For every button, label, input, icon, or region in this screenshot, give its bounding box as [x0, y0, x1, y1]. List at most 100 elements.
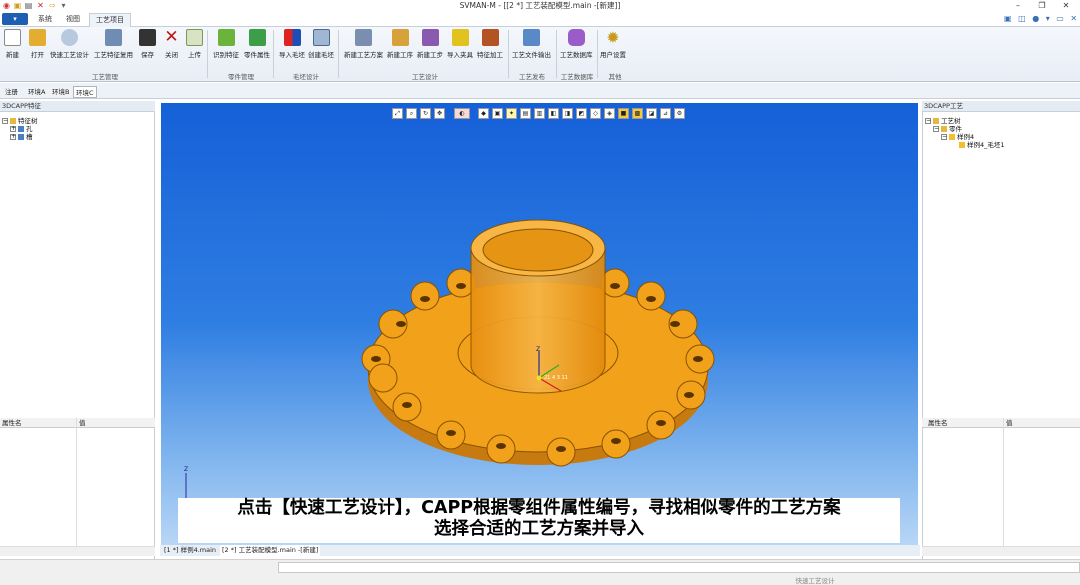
open-icon[interactable]: ▣ — [13, 1, 22, 10]
view-front-icon[interactable]: ▣ — [492, 108, 503, 119]
left-properties-header: 属性名 值 — [0, 418, 155, 428]
display-mode-icon[interactable]: ◐ — [454, 108, 470, 119]
shaded-edges-icon[interactable]: ▩ — [632, 108, 643, 119]
left-panel-header: 3DCAPP特征 — [0, 101, 155, 112]
tree-node-sample4[interactable]: − 样例4 — [925, 133, 1005, 141]
tree-node-part[interactable]: − 零件 — [925, 125, 1005, 133]
part-icon — [941, 126, 947, 132]
group-label-process-release: 工艺发布 — [519, 73, 545, 81]
light-icon[interactable]: ✦ — [506, 108, 517, 119]
part-attributes-button[interactable]: 零件属性 — [244, 29, 270, 59]
feature-recognize-icon — [217, 29, 235, 46]
part-attribute-icon — [248, 29, 266, 46]
new-process-plan-button[interactable]: 新建工艺方案 — [344, 29, 383, 59]
app-icon[interactable]: ◉ — [2, 1, 11, 10]
tree-node-slot[interactable]: + 槽 — [2, 133, 38, 141]
caption-line-2: 选择合适的工艺方案并导入 — [434, 519, 644, 539]
rotate-icon[interactable]: ↻ — [420, 108, 431, 119]
settings-icon[interactable]: ⚙ — [674, 108, 685, 119]
zoom-icon[interactable]: ⌕ — [406, 108, 417, 119]
process-file-output-button[interactable]: 工艺文件输出 — [512, 29, 551, 59]
close-document-button[interactable]: ✕ 关闭 — [163, 27, 180, 60]
tree-node-hole[interactable]: + 孔 — [2, 125, 38, 133]
pan-icon[interactable]: ✥ — [434, 108, 445, 119]
close-icon[interactable]: ✕ — [36, 1, 45, 10]
left-panel-scrollbar[interactable] — [0, 546, 155, 556]
settings-gear-icon: ✹ — [606, 28, 620, 47]
env-tab-register[interactable]: 注册 — [3, 86, 20, 98]
application-menu-button[interactable]: ▾ — [2, 13, 28, 25]
corner-axis-z-label: Z — [184, 466, 188, 473]
view-bottom-icon[interactable]: ▥ — [534, 108, 545, 119]
view-back-icon[interactable]: ◩ — [576, 108, 587, 119]
save-button[interactable]: 保存 — [139, 29, 156, 59]
hidden-line-icon[interactable]: ◈ — [604, 108, 615, 119]
close-x-icon: ✕ — [164, 27, 179, 47]
right-properties-header: 属性名 值 — [922, 418, 1080, 428]
new-operation-button[interactable]: 新建工序 — [387, 29, 413, 59]
environment-bar — [0, 83, 1080, 99]
window-close-button[interactable]: ✕ — [1054, 0, 1078, 12]
disk-icon — [139, 29, 156, 46]
zoom-fit-icon[interactable]: ⤢ — [392, 108, 403, 119]
new-button[interactable]: 新建 — [4, 29, 21, 59]
import-fixture-button[interactable]: 导入夹具 — [447, 29, 473, 59]
process-plan-icon — [355, 29, 372, 46]
status-text: 快速工艺设计 — [795, 577, 835, 585]
window-options-icons[interactable]: ▣ ◫ ● ▾ ▭ ✕ — [1004, 14, 1079, 23]
tree-node-sample4-blank1[interactable]: 样例4_毛坯1 — [925, 141, 1005, 149]
view-right-icon[interactable]: ◨ — [562, 108, 573, 119]
view-top-icon[interactable]: ▤ — [520, 108, 531, 119]
upload-button[interactable]: 上传 — [186, 29, 203, 59]
group-label-process-design: 工艺设计 — [412, 73, 438, 81]
group-label-blank-design: 毛坯设计 — [293, 73, 319, 81]
title-bar: SVMAN-M - [[2 *] 工艺装配模型.main -[新建]] ◉ ▣ … — [0, 0, 1080, 12]
create-blank-button[interactable]: 创建毛坯 — [308, 29, 334, 59]
wireframe-icon[interactable]: ◇ — [590, 108, 601, 119]
tree-node-feature-tree[interactable]: − 特征树 — [2, 117, 38, 125]
axis-z-label: Z — [536, 346, 540, 353]
open-button[interactable]: 打开 — [29, 29, 46, 59]
doc-tab-assembly-model[interactable]: [2 *] 工艺装配模型.main -[新建] — [220, 545, 321, 556]
tree-node-process-tree[interactable]: − 工艺树 — [925, 117, 1005, 125]
process-tree: − 工艺树 − 零件 − 样例4 样例4_毛坯1 — [925, 117, 1005, 149]
command-input[interactable] — [278, 562, 1080, 573]
redo-icon[interactable]: ⇨ — [48, 1, 57, 10]
feature-machining-button[interactable]: 特征加工 — [477, 29, 503, 59]
tab-system[interactable]: 系统 — [32, 13, 58, 27]
import-arrow-icon — [283, 29, 301, 46]
measure-icon[interactable]: ⊿ — [660, 108, 671, 119]
recognize-feature-button[interactable]: 识别特征 — [213, 29, 239, 59]
feature-reuse-button[interactable]: 工艺特征复用 — [94, 29, 133, 59]
save-icon[interactable]: ▤ — [24, 1, 33, 10]
window-title: SVMAN-M - [[2 *] 工艺装配模型.main -[新建]] — [459, 1, 621, 10]
caption-line-1: 点击【快速工艺设计】，CAPP根据零组件属性编号，寻找相似零件的工艺方案 — [237, 498, 841, 518]
view-iso-icon[interactable]: ◆ — [478, 108, 489, 119]
ribbon: 新建 打开 快速工艺设计 工艺特征复用 保存 ✕ 关闭 上传 识别特征 零件属性 … — [0, 27, 1080, 82]
env-tab-c[interactable]: 环境C — [73, 86, 97, 98]
import-blank-button[interactable]: 导入毛坯 — [279, 29, 305, 59]
folder-icon — [933, 118, 939, 124]
tab-process-project[interactable]: 工艺项目 — [89, 13, 131, 28]
quick-process-design-button[interactable]: 快速工艺设计 — [50, 29, 89, 59]
env-tab-a[interactable]: 环境A — [26, 86, 47, 98]
tab-view[interactable]: 视图 — [60, 13, 86, 27]
group-label-other: 其他 — [608, 73, 622, 81]
view-toolbar: ⤢ ⌕ ↻ ✥ ◐ ◆ ▣ ✦ ▤ ▥ ◧ ◨ ◩ ◇ ◈ ■ ▩ ◪ ⊿ ⚙ — [392, 108, 688, 121]
env-tab-b[interactable]: 环境B — [50, 86, 71, 98]
new-step-button[interactable]: 新建工步 — [417, 29, 443, 59]
dropdown-icon[interactable]: ▾ — [59, 1, 68, 10]
doc-tab-sample4[interactable]: [1 *] 样例4.main — [162, 545, 218, 556]
right-panel-scrollbar[interactable] — [922, 546, 1080, 556]
section-icon[interactable]: ◪ — [646, 108, 657, 119]
view-left-icon[interactable]: ◧ — [548, 108, 559, 119]
process-database-button[interactable]: 工艺数据库 — [560, 29, 593, 59]
folder-icon — [10, 118, 16, 124]
restore-button[interactable]: ❐ — [1030, 0, 1054, 12]
shaded-icon[interactable]: ■ — [618, 108, 629, 119]
fixture-icon — [451, 29, 469, 46]
user-settings-button[interactable]: ✹ 用户设置 — [600, 29, 626, 59]
3d-viewport[interactable]: Z 21 4 3 11 Z — [161, 103, 918, 545]
minimize-button[interactable]: – — [1006, 0, 1030, 12]
group-label-part-management: 零件管理 — [228, 73, 254, 81]
